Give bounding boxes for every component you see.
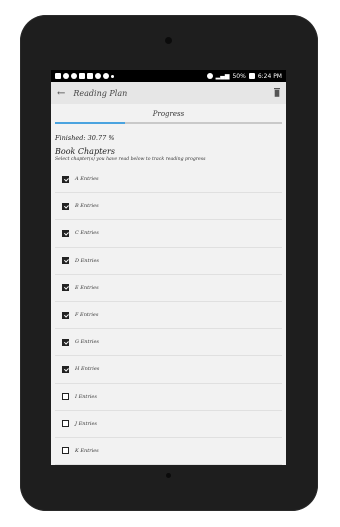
chapter-label: G Entries	[75, 339, 99, 346]
chapter-checkbox[interactable]	[62, 365, 69, 373]
chapter-checkbox[interactable]	[62, 393, 69, 401]
chapter-row[interactable]: H Entries	[55, 356, 282, 384]
image-icon	[79, 73, 85, 79]
cloud-icon	[103, 73, 109, 79]
chapter-row[interactable]: G Entries	[55, 329, 282, 357]
chapter-label: K Entries	[75, 447, 99, 454]
battery-percent: 50%	[232, 72, 246, 80]
file-icon	[87, 73, 93, 79]
chapter-label: I Entries	[75, 393, 97, 400]
app-bar: ← Reading Plan	[51, 82, 286, 104]
chapter-label: H Entries	[75, 366, 100, 373]
chapter-list: A Entries B Entries C Entries D Entries E En…	[55, 166, 282, 465]
finished-percentage: Finished: 30.77 %	[55, 134, 115, 142]
arrow-left-icon[interactable]: ←	[57, 88, 65, 99]
chapter-row[interactable]: I Entries	[55, 384, 282, 411]
system-icons: ▂▄▆ 50% 6:24 PM	[206, 72, 282, 80]
chapter-row[interactable]: J Entries	[55, 411, 282, 438]
chapter-checkbox[interactable]	[62, 202, 69, 210]
section-title: Book Chapters	[55, 147, 115, 156]
chapter-row[interactable]: D Entries	[55, 248, 282, 275]
chapter-row[interactable]: E Entries	[55, 275, 282, 302]
status-bar: ▂▄▆ 50% 6:24 PM	[51, 70, 286, 82]
front-camera	[165, 37, 172, 44]
chapter-checkbox[interactable]	[62, 338, 69, 346]
chapter-label: B Entries	[75, 203, 99, 210]
chapter-row[interactable]: A Entries	[55, 166, 282, 194]
page-title: Reading Plan	[73, 88, 128, 98]
notification-icons	[55, 73, 114, 79]
mail-icon	[55, 73, 61, 79]
chapter-row[interactable]: B Entries	[55, 193, 282, 221]
tab-progress[interactable]: Progress	[51, 104, 286, 124]
progress-indicator	[55, 122, 125, 124]
battery-icon	[248, 73, 255, 79]
more-notifications-icon	[111, 74, 114, 78]
chapter-label: D Entries	[75, 257, 99, 264]
chapter-checkbox[interactable]	[62, 257, 69, 265]
trash-icon[interactable]	[274, 88, 280, 97]
main-content: Finished: 30.77 % Book Chapters Select c…	[51, 124, 286, 465]
tab-label: Progress	[152, 110, 185, 118]
chapter-checkbox[interactable]	[62, 311, 69, 319]
chapter-checkbox[interactable]	[62, 284, 69, 292]
chapter-label: J Entries	[75, 420, 97, 427]
chapter-row[interactable]: C Entries	[55, 220, 282, 248]
chapter-row[interactable]: K Entries	[55, 438, 282, 465]
clock: 6:24 PM	[257, 72, 282, 80]
chat-icon	[63, 73, 69, 79]
chapter-checkbox[interactable]	[62, 420, 69, 428]
download-icon	[95, 73, 101, 79]
progress-track	[55, 122, 282, 124]
chapter-label: F Entries	[75, 312, 99, 319]
alarm-icon	[206, 73, 213, 79]
chapter-label: E Entries	[75, 284, 99, 291]
chapter-checkbox[interactable]	[62, 229, 69, 237]
sync-icon	[71, 73, 77, 79]
home-sensor	[166, 473, 171, 478]
chapter-label: C Entries	[75, 230, 99, 237]
chapter-label: A Entries	[75, 176, 99, 183]
chapter-row[interactable]: F Entries	[55, 302, 282, 330]
chapter-checkbox[interactable]	[62, 447, 69, 455]
tablet-frame: ▂▄▆ 50% 6:24 PM ← Reading Plan Progress	[20, 15, 318, 511]
signal-icon: ▂▄▆	[215, 72, 230, 80]
screen: ▂▄▆ 50% 6:24 PM ← Reading Plan Progress	[51, 70, 286, 465]
chapter-checkbox[interactable]	[62, 175, 69, 183]
section-subtitle: Select chapter(s) you have read below to…	[55, 157, 206, 162]
